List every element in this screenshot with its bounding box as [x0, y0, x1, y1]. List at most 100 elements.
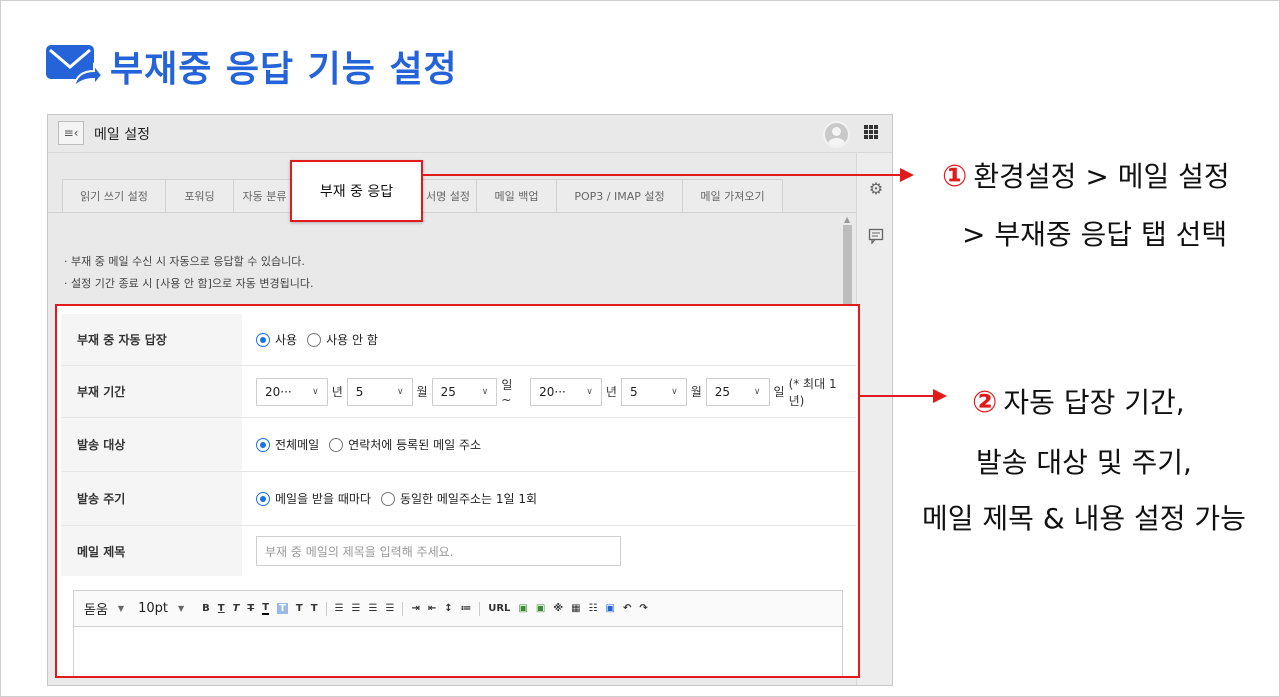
annotation-2-line1: ② 자동 답장 기간,	[972, 381, 1185, 421]
annotation-number: ①	[942, 159, 968, 194]
radio-label: 연락처에 등록된 메일 주소	[348, 438, 482, 452]
chevron-down-icon: ∨	[586, 386, 593, 397]
arrow-head-icon	[900, 168, 914, 182]
gear-icon[interactable]: ⚙	[867, 179, 885, 198]
page-title: 부재중 응답 기능 설정	[110, 49, 458, 90]
start-day-select[interactable]: 25 ∨	[431, 377, 498, 406]
end-month-value: 5	[629, 384, 638, 399]
mail-forward-icon	[46, 45, 102, 90]
line-height-icon[interactable]: ↕	[444, 603, 452, 614]
tab-mail-import[interactable]: 메일 가져오기	[683, 179, 783, 213]
radio-dot	[256, 332, 270, 347]
subject-label: 메일 제목	[61, 526, 242, 576]
tab-mail-backup[interactable]: 메일 백업	[477, 179, 557, 213]
list-icon[interactable]: ≔	[461, 603, 472, 614]
annotation-2-line3: 메일 제목 & 내용 설정 가능	[922, 502, 1246, 535]
year-unit: 년	[331, 385, 343, 399]
max-period-note: (* 최대 1년)	[788, 376, 837, 408]
end-day-select[interactable]: 25 ∨	[705, 377, 770, 406]
align-right-icon[interactable]: ☰	[369, 603, 378, 614]
radio-dot	[380, 491, 395, 506]
tab-divider	[48, 212, 856, 213]
apps-grid-icon[interactable]	[864, 125, 878, 139]
font-color-button[interactable]: T	[262, 602, 270, 615]
italic-button[interactable]: T	[233, 603, 240, 614]
radio-every-mail[interactable]: 메일을 받을 때마다	[256, 490, 371, 507]
tab-forwarding[interactable]: 포워딩	[166, 179, 234, 213]
annotation-1-line2: > 부재중 응답 탭 선택	[962, 218, 1228, 251]
subject-input[interactable]: 부재 중 메일의 제목을 입력해 주세요.	[256, 536, 621, 566]
bold-button[interactable]: B	[202, 603, 210, 614]
note-line: · 부재 중 메일 수신 시 자동으로 응답할 수 있습니다.	[64, 255, 305, 268]
end-day-value: 25	[714, 384, 731, 399]
radio-use[interactable]: 사용	[256, 331, 297, 348]
start-year-value: 20···	[265, 384, 292, 399]
chevron-down-icon: ▼	[117, 604, 125, 613]
outdent-icon[interactable]: ⇤	[428, 603, 436, 614]
font-size-value: 10pt	[138, 601, 168, 616]
image-icon[interactable]: ▣	[518, 603, 527, 614]
radio-label: 메일을 받을 때마다	[275, 492, 371, 506]
panel-header: ≡‹ 메일 설정	[48, 115, 892, 153]
annotation-1-line1: ① 환경설정 > 메일 설정	[942, 155, 1230, 195]
media-icon[interactable]: ▣	[536, 603, 545, 614]
annotation-arrow-1	[423, 174, 901, 176]
tab-pop3-imap[interactable]: POP3 / IMAP 설정	[557, 179, 683, 213]
radio-dot	[256, 437, 270, 452]
row-subject: 메일 제목 부재 중 메일의 제목을 입력해 주세요.	[61, 526, 856, 576]
annotation-arrow-2	[860, 395, 934, 397]
table-icon[interactable]: ▦	[571, 603, 580, 614]
radio-dot	[307, 332, 322, 347]
align-left-icon[interactable]: ☰	[335, 603, 344, 614]
collapse-menu-icon[interactable]: ≡‹	[58, 121, 84, 145]
row-period: 부재 기간 20··· ∨ 년 5 ∨ 월 25 ∨ 일 ~ 20··· ∨ 년 5 ∨ …	[61, 366, 856, 418]
redo-button[interactable]: ↷	[639, 603, 647, 614]
radio-dot	[256, 491, 270, 506]
strikethrough-button[interactable]: T	[247, 603, 254, 614]
day-unit-start: 일 ~	[501, 378, 513, 407]
period-label: 부재 기간	[61, 366, 242, 417]
radio-contacts-only[interactable]: 연락처에 등록된 메일 주소	[329, 436, 481, 453]
annotation-2-line2: 발송 대상 및 주기,	[976, 446, 1192, 479]
tab-away-reply[interactable]: 부재 중 응답	[290, 160, 423, 222]
comment-icon[interactable]	[867, 227, 885, 245]
tab-read-write[interactable]: 읽기 쓰기 설정	[62, 179, 166, 213]
special-char-button[interactable]: ※	[553, 603, 563, 614]
end-year-select[interactable]: 20··· ∨	[530, 377, 602, 406]
font-family-select[interactable]: 돋움 ▼	[84, 599, 124, 618]
tab-signature[interactable]: 서명 설정	[420, 179, 477, 213]
end-month-select[interactable]: 5 ∨	[620, 377, 687, 406]
start-month-select[interactable]: 5 ∨	[346, 377, 413, 406]
radio-all-mail[interactable]: 전체메일	[256, 436, 319, 453]
body-editor: 돋움 ▼ 10pt ▼ B T T T T T T T ☰ ☰ ☰ ☰ ⇥ ⇤ ↕ …	[73, 590, 843, 676]
radio-label: 사용	[275, 333, 298, 347]
radio-not-use[interactable]: 사용 안 함	[307, 331, 378, 348]
font-family-value: 돋움	[84, 603, 108, 618]
superscript-button[interactable]: T	[296, 603, 303, 614]
period-selects: 20··· ∨ 년 5 ∨ 월 25 ∨ 일 ~ 20··· ∨ 년 5 ∨ 월 25 ∨ …	[242, 366, 856, 417]
chevron-down-icon: ∨	[753, 386, 761, 397]
bg-color-button[interactable]: T	[277, 603, 288, 614]
underline-button[interactable]: T	[218, 603, 225, 614]
subscript-button[interactable]: T	[311, 603, 318, 614]
row-auto-reply: 부재 중 자동 답장 사용 사용 안 함	[61, 314, 856, 366]
undo-button[interactable]: ↶	[623, 603, 631, 614]
avatar[interactable]	[823, 121, 850, 148]
radio-dot	[329, 437, 344, 452]
start-year-select[interactable]: 20··· ∨	[256, 377, 328, 406]
chevron-down-icon: ∨	[481, 386, 489, 397]
radio-once-per-day[interactable]: 동일한 메일주소는 1일 1회	[380, 490, 537, 507]
tab-auto-sort[interactable]: 자동 분류	[234, 179, 296, 213]
horizontal-rule-icon[interactable]: ☷	[589, 603, 598, 614]
tabs-area: 읽기 쓰기 설정 포워딩 자동 분류 서명 설정 메일 백업 POP3 / IM…	[48, 153, 856, 239]
annotation-number: ②	[972, 385, 998, 420]
align-justify-icon[interactable]: ☰	[385, 603, 394, 614]
indent-icon[interactable]: ⇥	[411, 603, 419, 614]
scrollbar[interactable]	[843, 225, 852, 305]
scroll-up-icon[interactable]: ▲	[844, 215, 850, 224]
textbox-icon[interactable]: ▣	[606, 603, 615, 614]
end-year-value: 20···	[539, 384, 566, 399]
font-size-select[interactable]: 10pt ▼	[138, 601, 184, 616]
link-button[interactable]: URL	[488, 603, 510, 614]
align-center-icon[interactable]: ☰	[352, 603, 361, 614]
